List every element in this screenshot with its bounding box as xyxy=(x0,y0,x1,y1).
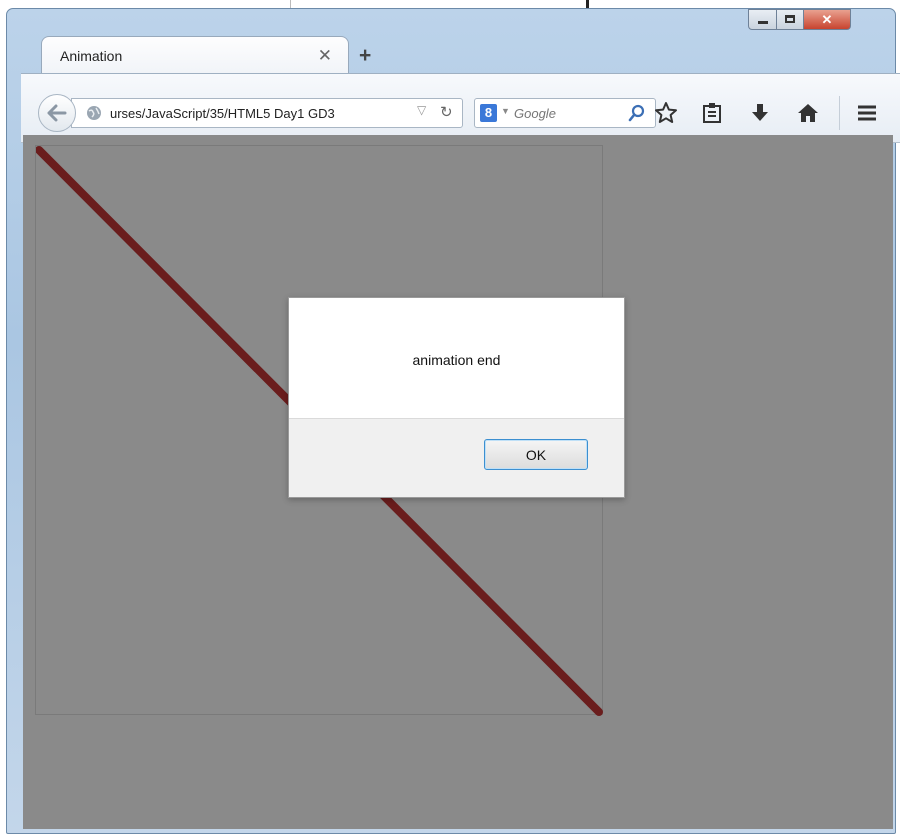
minimize-button[interactable] xyxy=(748,9,777,30)
address-bar[interactable]: urses/JavaScript/35/HTML5 Day1 GD3 ▽ ↻ xyxy=(71,98,463,128)
menu-icon[interactable] xyxy=(855,101,879,125)
search-icon[interactable] xyxy=(628,104,646,122)
toolbar-separator xyxy=(839,96,840,130)
tab-animation[interactable]: Animation ✕ xyxy=(41,36,349,74)
bookmarks-list-icon[interactable] xyxy=(700,101,724,125)
bookmark-star-icon[interactable] xyxy=(654,101,678,125)
maximize-button[interactable] xyxy=(776,9,804,30)
window-close-button[interactable]: ✕ xyxy=(803,9,851,30)
url-text: urses/JavaScript/35/HTML5 Day1 GD3 xyxy=(110,106,335,121)
reload-icon[interactable]: ↻ xyxy=(440,103,453,121)
downloads-icon[interactable] xyxy=(748,101,772,125)
search-placeholder: Google xyxy=(514,106,556,121)
alert-footer: OK xyxy=(289,418,624,497)
home-icon[interactable] xyxy=(796,101,820,125)
search-bar[interactable]: 8 ▼ Google xyxy=(474,98,656,128)
minimize-icon xyxy=(758,21,768,24)
engine-dropdown-icon[interactable]: ▼ xyxy=(501,106,510,116)
tab-close-icon[interactable]: ✕ xyxy=(318,46,332,66)
close-icon: ✕ xyxy=(821,12,833,27)
tab-title: Animation xyxy=(60,48,123,64)
back-arrow-icon xyxy=(47,104,67,122)
ok-button[interactable]: OK xyxy=(484,439,588,470)
navigation-toolbar: urses/JavaScript/35/HTML5 Day1 GD3 ▽ ↻ 8… xyxy=(21,73,900,143)
globe-icon xyxy=(87,106,101,120)
new-tab-plus-icon[interactable]: + xyxy=(359,44,371,68)
alert-message: animation end xyxy=(412,352,501,368)
url-dropdown-icon[interactable]: ▽ xyxy=(417,103,426,117)
alert-dialog: animation end OK xyxy=(288,297,625,498)
back-button[interactable] xyxy=(38,94,76,132)
google-engine-icon[interactable]: 8 xyxy=(480,104,497,122)
maximize-icon xyxy=(785,15,795,23)
